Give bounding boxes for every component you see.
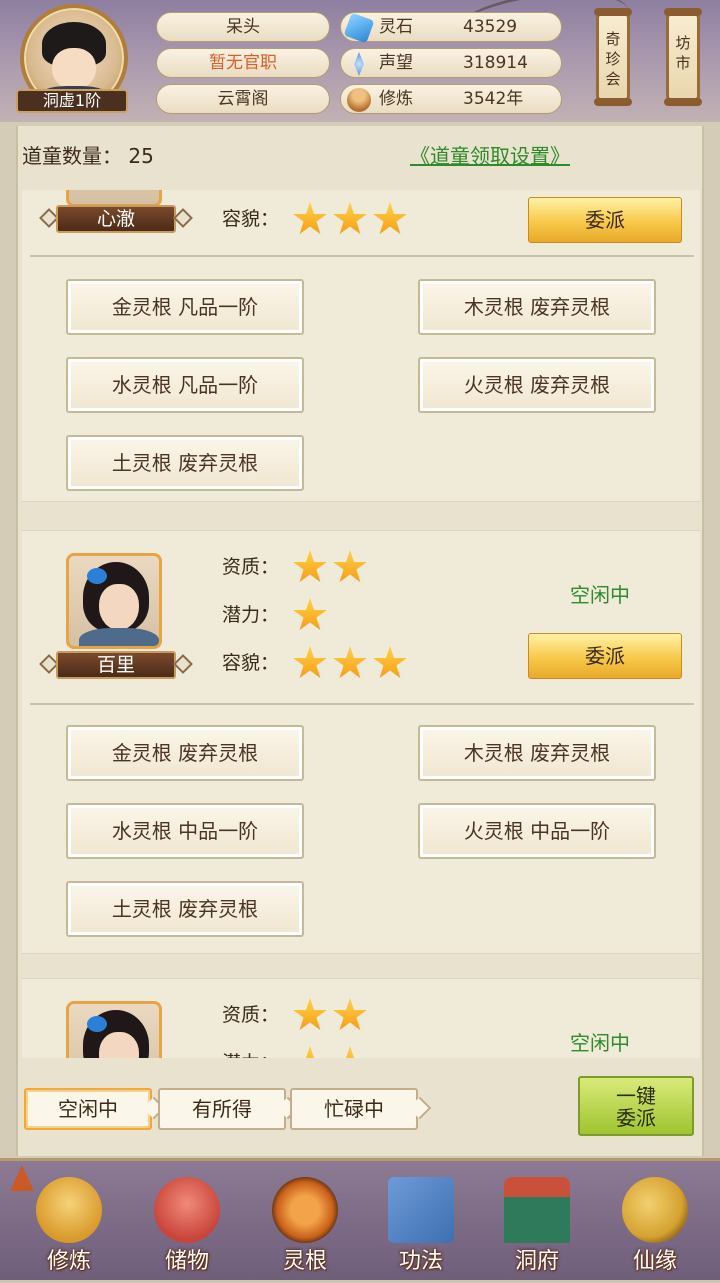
spirit-stone-icon [343,12,375,44]
daotong-card: 心澈 容貌： 委派 金灵根 凡品一阶 木灵根 废弃灵根 水灵根 凡品一阶 火灵根… [22,190,700,502]
daotong-list[interactable]: 心澈 容貌： 委派 金灵根 凡品一阶 木灵根 废弃灵根 水灵根 凡品一阶 火灵根… [18,190,704,1058]
spirit-root-metal[interactable]: 金灵根 凡品一阶 [66,279,304,335]
assign-button[interactable]: 委派 [528,197,682,243]
card-divider [30,255,694,257]
star-rating [292,597,332,633]
star-icon [333,645,367,679]
star-icon [293,997,327,1031]
daotong-settings-link[interactable]: 《道童领取设置》 [410,140,570,169]
nav-technique[interactable]: 功法 [366,1167,476,1283]
treasure-fair-button[interactable]: 奇珍会 [594,8,632,106]
spirit-root-fire[interactable]: 火灵根 中品一阶 [418,803,656,859]
star-icon [373,201,407,235]
spirit-root-wood[interactable]: 木灵根 废弃灵根 [418,725,656,781]
star-icon [373,645,407,679]
star-rating [292,645,412,681]
blue-butterfly-hairpin-icon [87,568,107,584]
blue-butterfly-hairpin-icon [87,1016,107,1032]
card-divider [30,703,694,705]
spirit-root-icon [272,1177,338,1243]
spirit-root-metal[interactable]: 金灵根 废弃灵根 [66,725,304,781]
star-rating [292,1045,372,1058]
top-bar: 洞虚1阶 呆头 暂无官职 云霄阁 灵石 43529 声望 318914 修炼 3… [0,0,720,122]
nav-storage[interactable]: 储物 [132,1167,242,1283]
tab-idle[interactable]: 空闲中 [24,1088,166,1130]
star-icon [293,201,327,235]
daotong-name: 心澈 [56,205,176,233]
star-rating [292,549,372,585]
tab-busy[interactable]: 忙碌中 [290,1088,432,1130]
nav-cave-dwelling[interactable]: 洞府 [482,1167,592,1283]
attr-label: 容貌： [222,208,280,230]
spirit-root-water[interactable]: 水灵根 中品一阶 [66,803,304,859]
attr-label: 容貌： [222,652,280,674]
nav-spirit-root[interactable]: 灵根 [250,1167,360,1283]
immortal-fate-icon [622,1177,688,1243]
star-icon [293,1045,327,1058]
attr-label: 资质： [222,556,280,578]
spirit-root-fire[interactable]: 火灵根 废弃灵根 [418,357,656,413]
star-icon [293,597,327,631]
technique-book-icon [388,1177,454,1243]
storage-bag-icon [154,1177,220,1243]
idle-status: 空闲中 [570,583,630,607]
star-icon [333,549,367,583]
meditation-icon [347,88,371,112]
stat-reputation: 声望 318914 [340,48,562,78]
star-icon [333,201,367,235]
cave-dwelling-icon [504,1177,570,1243]
star-rating [292,201,412,237]
one-key-assign-button[interactable]: 一键 委派 [578,1076,694,1136]
star-rating [292,997,372,1033]
tab-gained[interactable]: 有所得 [158,1088,300,1130]
idle-status: 空闲中 [570,1031,630,1055]
bottom-nav: 修炼 储物 灵根 功法 洞府 仙缘 [0,1158,720,1280]
spirit-root-earth[interactable]: 土灵根 废弃灵根 [66,881,304,937]
daotong-nameplate: 心澈 [39,205,193,233]
filter-bar: 空闲中 有所得 忙碌中 一键 委派 [0,1070,720,1158]
star-icon [293,645,327,679]
cultivation-rank-badge: 洞虚1阶 [16,89,128,113]
spirit-root-water[interactable]: 水灵根 凡品一阶 [66,357,304,413]
daotong-portrait[interactable] [66,1001,162,1058]
star-icon [333,1045,367,1058]
daotong-name: 百里 [56,651,176,679]
player-name: 呆头 [156,12,330,42]
daotong-portrait[interactable] [66,553,162,649]
spirit-root-wood[interactable]: 木灵根 废弃灵根 [418,279,656,335]
market-button[interactable]: 坊市 [664,8,702,106]
daotong-count: 道童数量： 25 [22,144,154,168]
daotong-panel: 道童数量： 25 《道童领取设置》 心澈 容貌： 委派 金灵根 凡品一阶 木灵根… [0,122,720,1158]
spirit-root-earth[interactable]: 土灵根 废弃灵根 [66,435,304,491]
attr-label: 资质： [222,1004,280,1026]
stat-spirit-stone: 灵石 43529 [340,12,562,44]
star-icon [293,549,327,583]
sect-name: 云霄阁 [156,84,330,114]
assign-button[interactable]: 委派 [528,633,682,679]
daotong-card: 百里 资质： 潜力： 容貌： 空闲中 委派 金灵根 废弃灵根 木灵根 废弃灵根 … [22,530,700,954]
stat-cultivation: 修炼 3542年 [340,84,562,114]
cultivation-icon [36,1177,102,1243]
official-title: 暂无官职 [156,48,330,78]
daotong-nameplate: 百里 [39,651,193,679]
attr-label: 潜力： [222,604,280,626]
nav-immortal-fate[interactable]: 仙缘 [600,1167,710,1283]
attr-label: 潜力： [222,1045,279,1058]
star-icon [333,997,367,1031]
reputation-icon [354,52,364,76]
daotong-card: 资质： 潜力： 空闲中 [22,978,700,1058]
